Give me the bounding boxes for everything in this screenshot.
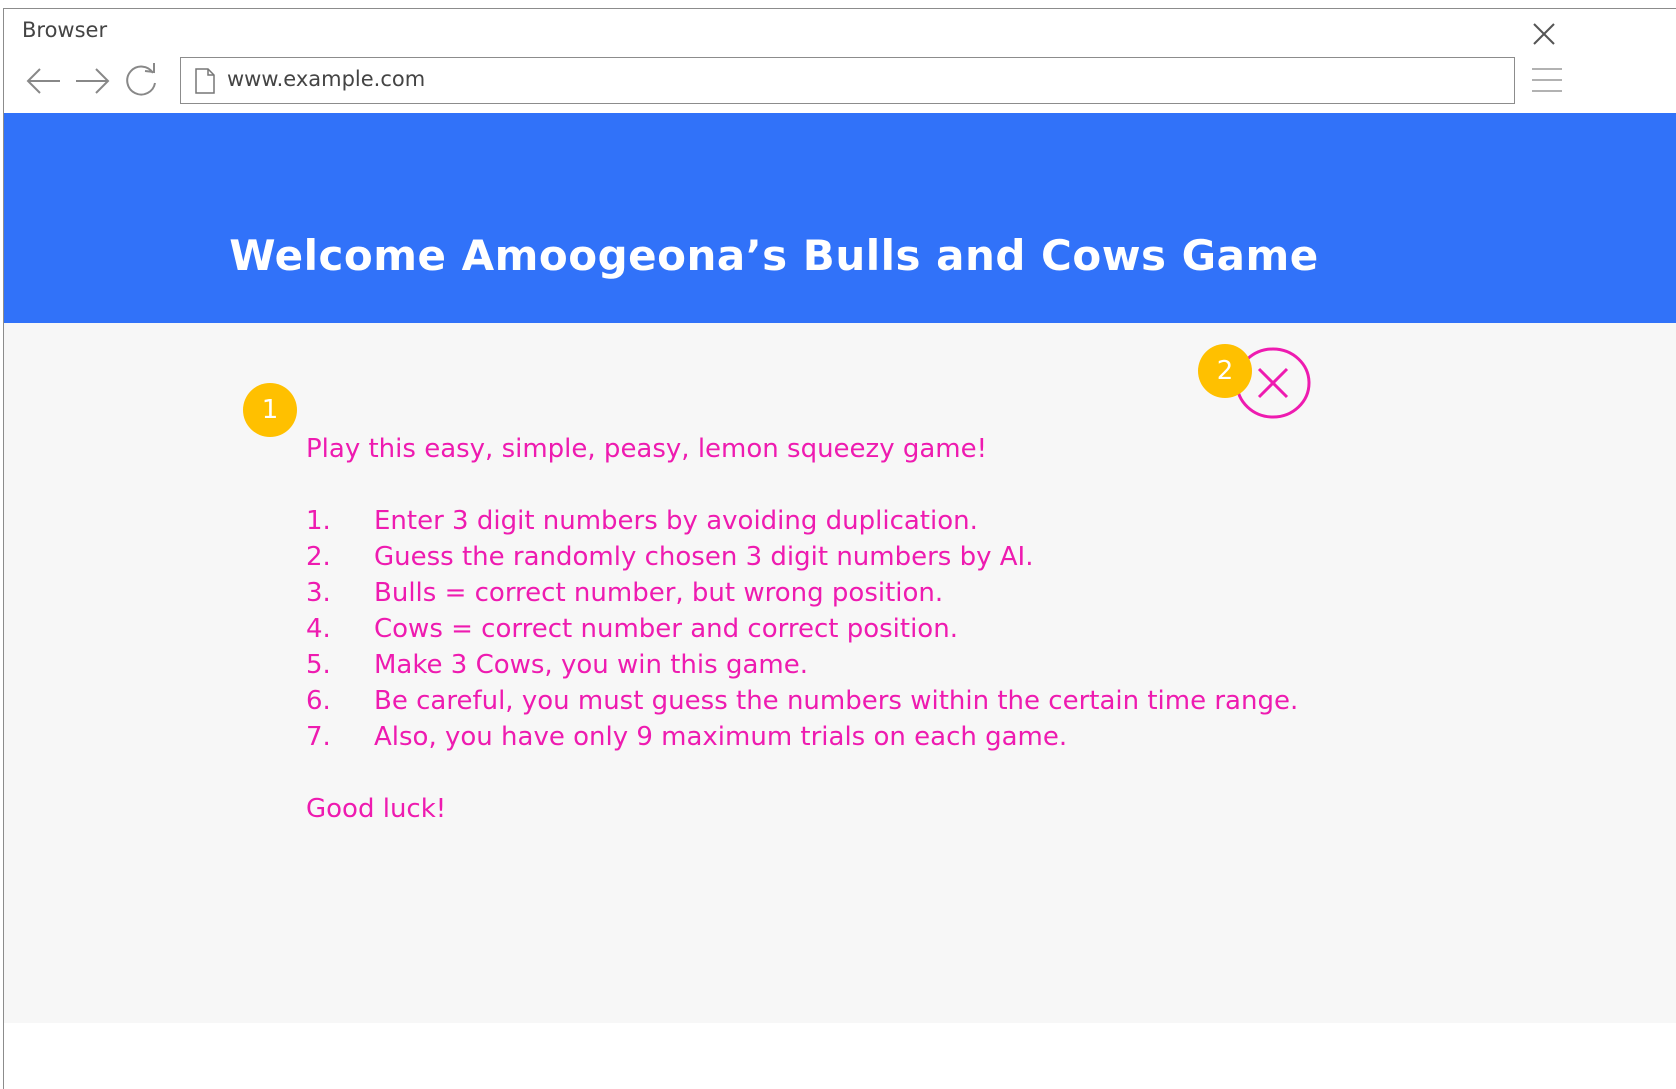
annotation-badge-2: 2 — [1198, 344, 1252, 398]
rule-item: 2. Guess the randomly chosen 3 digit numb… — [306, 539, 1298, 575]
rule-number: 2. — [306, 542, 331, 572]
page-icon — [195, 68, 215, 94]
rule-number: 3. — [306, 578, 331, 608]
hamburger-menu-icon — [1532, 68, 1562, 92]
reload-icon — [126, 63, 156, 96]
intro-text: Play this easy, simple, peasy, lemon squ… — [306, 434, 988, 464]
page-title: Welcome Amoogeona’s Bulls and Cows Game — [229, 231, 1319, 280]
rule-item: 6. Be careful, you must guess the numbers… — [306, 683, 1298, 719]
rule-text: Enter 3 digit numbers by avoiding duplic… — [374, 506, 978, 536]
rule-item: 5. Make 3 Cows, you win this game. — [306, 647, 1298, 683]
rule-item: 3. Bulls = correct number, but wrong posi… — [306, 575, 1298, 611]
rule-item: 1. Enter 3 digit numbers by avoiding dupl… — [306, 503, 1298, 539]
close-icon — [1533, 23, 1555, 45]
rule-text: Guess the randomly chosen 3 digit number… — [374, 542, 1034, 572]
rule-text: Be careful, you must guess the numbers w… — [374, 686, 1299, 716]
instructions-text: Play this easy, simple, peasy, lemon squ… — [306, 431, 1298, 827]
address-bar[interactable]: www.example.com — [180, 57, 1515, 104]
title-bar: Browser — [4, 9, 1676, 55]
outro-text: Good luck! — [306, 794, 447, 824]
menu-button[interactable] — [1531, 65, 1563, 95]
rule-text: Cows = correct number and correct positi… — [374, 614, 958, 644]
reload-button[interactable] — [121, 61, 161, 101]
rule-number: 7. — [306, 722, 331, 752]
url-text: www.example.com — [227, 67, 426, 91]
browser-window: Browser www.example.com Welcome Amoogeon… — [3, 8, 1676, 1089]
window-title: Browser — [22, 18, 108, 42]
rules-list: 1. Enter 3 digit numbers by avoiding dupl… — [306, 503, 1298, 755]
header-banner: Welcome Amoogeona’s Bulls and Cows Game — [4, 113, 1676, 323]
rule-text: Bulls = correct number, but wrong positi… — [374, 578, 944, 608]
arrow-right-icon — [76, 68, 110, 94]
instructions-panel: 1 2 Play this easy, simple, peasy, lemon… — [4, 323, 1676, 1023]
rule-number: 1. — [306, 506, 331, 536]
rule-number: 4. — [306, 614, 331, 644]
forward-button[interactable] — [72, 61, 112, 101]
window-close-button[interactable] — [1529, 19, 1559, 49]
rule-text: Make 3 Cows, you win this game. — [374, 650, 808, 680]
rule-item: 4. Cows = correct number and correct posi… — [306, 611, 1298, 647]
rule-text: Also, you have only 9 maximum trials on … — [374, 722, 1068, 752]
arrow-left-icon — [26, 68, 60, 94]
rule-item: 7. Also, you have only 9 maximum trials o… — [306, 719, 1298, 755]
rule-number: 6. — [306, 686, 331, 716]
back-button[interactable] — [24, 61, 64, 101]
annotation-badge-1: 1 — [243, 383, 297, 437]
browser-toolbar: www.example.com — [4, 55, 1676, 113]
rule-number: 5. — [306, 650, 331, 680]
